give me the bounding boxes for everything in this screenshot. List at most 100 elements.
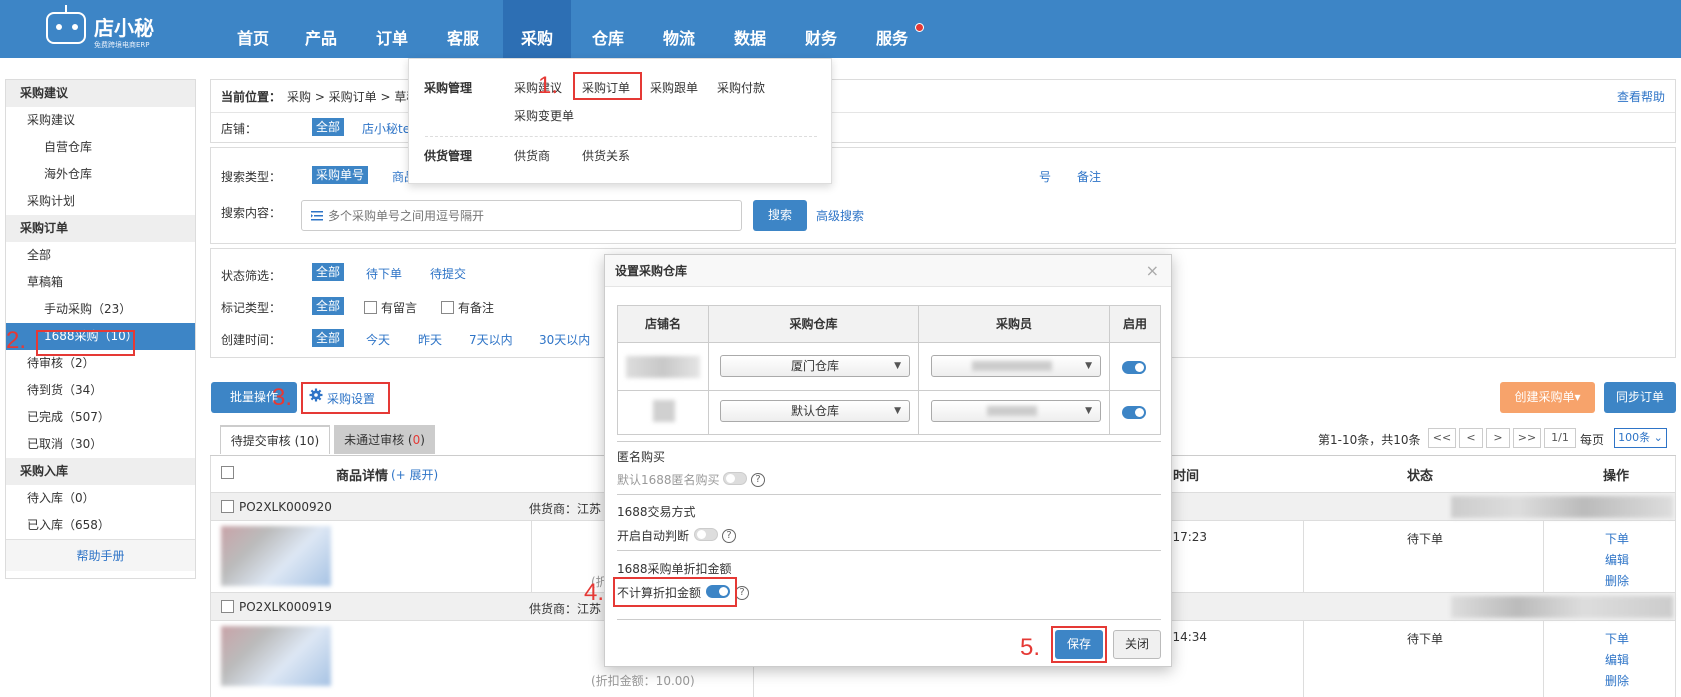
select-all-checkbox[interactable] xyxy=(221,466,238,480)
edit-link[interactable]: 编辑 xyxy=(1605,651,1629,668)
menu-item-change-order[interactable]: 采购变更单 xyxy=(514,107,574,124)
sidebar-item-pending-inbound[interactable]: 待入库（0） xyxy=(6,485,195,512)
mark-remark-checkbox[interactable]: 有备注 xyxy=(441,299,494,316)
nav-products[interactable]: 产品 xyxy=(290,0,352,58)
status-all-tag[interactable]: 全部 xyxy=(312,263,345,281)
search-button[interactable]: 搜索 xyxy=(753,200,807,231)
shop-label: 店铺： xyxy=(221,122,258,136)
annotation-3: 3. xyxy=(272,384,293,411)
th-warehouse: 采购仓库 xyxy=(709,306,918,343)
search-type-remark[interactable]: 备注 xyxy=(1077,168,1101,185)
order-number: PO2XLK000919 xyxy=(239,600,332,614)
nav-customer-service[interactable]: 客服 xyxy=(432,0,494,58)
status-pending-submit[interactable]: 待提交 xyxy=(430,265,466,282)
nav-logistics[interactable]: 物流 xyxy=(648,0,710,58)
mark-all-tag[interactable]: 全部 xyxy=(312,297,345,315)
divider xyxy=(617,441,1161,442)
help-manual-link[interactable]: 帮助手册 xyxy=(6,539,195,571)
notification-dot-icon xyxy=(915,23,924,32)
tab-rejected[interactable]: 未通过审核 (0) xyxy=(334,425,435,454)
sidebar-item-pending-arrival[interactable]: 待到货（34） xyxy=(6,377,195,404)
time-today[interactable]: 今天 xyxy=(366,331,390,348)
nav-service[interactable]: 服务 xyxy=(861,0,923,58)
sidebar-item-manual[interactable]: 手动采购（23） xyxy=(6,296,195,323)
delete-link[interactable]: 删除 xyxy=(1605,572,1629,589)
menu-item-payment[interactable]: 采购付款 xyxy=(717,79,765,96)
pager-last[interactable]: >> xyxy=(1513,428,1541,448)
warehouse-select-1[interactable]: 厦门仓库 ▼ xyxy=(720,355,910,377)
sidebar-item-plan[interactable]: 采购计划 xyxy=(6,188,195,215)
product-image[interactable] xyxy=(221,526,331,586)
place-order-link[interactable]: 下单 xyxy=(1605,630,1629,647)
tab-pending-submit[interactable]: 待提交审核 (10) xyxy=(220,425,330,454)
place-order-link[interactable]: 下单 xyxy=(1605,530,1629,547)
product-image[interactable] xyxy=(221,626,331,686)
divider xyxy=(425,136,817,137)
time-7days[interactable]: 7天以内 xyxy=(469,331,513,348)
help-icon[interactable]: ? xyxy=(751,473,765,487)
shop-name-option[interactable]: 店小秘te xyxy=(362,120,410,137)
sidebar-item-overseas-warehouse[interactable]: 海外仓库 xyxy=(6,161,195,188)
search-type-selected[interactable]: 采购单号 xyxy=(312,166,369,184)
logo[interactable]: 店小秘 免费跨境电商ERP xyxy=(46,5,206,52)
purchase-settings-button[interactable]: 采购设置 xyxy=(327,390,375,407)
th-enable: 启用 xyxy=(1110,306,1160,343)
sidebar-item-suggestion[interactable]: 采购建议 xyxy=(6,107,195,134)
help-icon[interactable]: ? xyxy=(735,586,749,600)
sidebar-item-completed[interactable]: 已完成（507） xyxy=(6,404,195,431)
edit-link[interactable]: 编辑 xyxy=(1605,551,1629,568)
pager-prev[interactable]: < xyxy=(1459,428,1483,448)
nav-finance[interactable]: 财务 xyxy=(790,0,852,58)
anonymous-toggle[interactable] xyxy=(723,472,747,485)
nav-orders[interactable]: 订单 xyxy=(361,0,423,58)
close-icon[interactable]: × xyxy=(1146,255,1159,287)
pager-page: 1/1 xyxy=(1544,428,1576,448)
nav-home[interactable]: 首页 xyxy=(222,0,284,58)
order-number: PO2XLK000920 xyxy=(239,500,332,514)
sidebar-item-inbound[interactable]: 已入库（658） xyxy=(6,512,195,539)
search-type-number[interactable]: 号 xyxy=(1039,168,1051,185)
pager-next[interactable]: > xyxy=(1486,428,1510,448)
nav-data[interactable]: 数据 xyxy=(719,0,781,58)
sidebar-item-drafts[interactable]: 草稿箱 xyxy=(6,269,195,296)
time-all-tag[interactable]: 全部 xyxy=(312,329,345,347)
delete-link[interactable]: 删除 xyxy=(1605,672,1629,689)
sidebar-item-own-warehouse[interactable]: 自营仓库 xyxy=(6,134,195,161)
enable-toggle-2[interactable] xyxy=(1122,406,1146,419)
trade-mode-toggle[interactable] xyxy=(694,528,718,541)
divider xyxy=(708,306,709,434)
expand-link[interactable]: (+ 展开) xyxy=(391,466,438,483)
search-input[interactable] xyxy=(328,207,728,225)
help-icon[interactable]: ? xyxy=(722,529,736,543)
menu-item-tracking[interactable]: 采购跟单 xyxy=(650,79,698,96)
row-checkbox[interactable] xyxy=(221,500,238,514)
buyer-select-2[interactable]: ▼ xyxy=(931,400,1101,422)
gear-icon xyxy=(309,388,323,402)
buyer-select-1[interactable]: ▼ xyxy=(931,355,1101,377)
cancel-button[interactable]: 关闭 xyxy=(1113,630,1161,659)
row-checkbox[interactable] xyxy=(221,600,238,614)
mark-message-checkbox[interactable]: 有留言 xyxy=(364,299,417,316)
shop-all-tag[interactable]: 全部 xyxy=(312,118,345,136)
menu-item-supplier[interactable]: 供货商 xyxy=(514,147,550,164)
create-purchase-order-button[interactable]: 创建采购单▾ xyxy=(1500,382,1595,413)
sync-orders-button[interactable]: 同步订单 xyxy=(1604,382,1676,413)
menu-item-supply-relation[interactable]: 供货关系 xyxy=(582,147,630,164)
per-page-select[interactable]: 100条 ⌄ xyxy=(1614,428,1667,448)
warehouse-select-2[interactable]: 默认仓库 ▼ xyxy=(720,400,910,422)
pager-first[interactable]: << xyxy=(1428,428,1456,448)
nav-warehouse[interactable]: 仓库 xyxy=(577,0,639,58)
advanced-search-link[interactable]: 高级搜索 xyxy=(816,207,864,224)
sidebar-group-orders: 采购订单 xyxy=(6,215,195,242)
warehouse-select-2-value: 默认仓库 xyxy=(790,404,839,418)
search-input-box[interactable] xyxy=(301,200,742,231)
enable-toggle-1[interactable] xyxy=(1122,361,1146,374)
sidebar-item-cancelled[interactable]: 已取消（30） xyxy=(6,431,195,458)
time-yesterday[interactable]: 昨天 xyxy=(418,331,442,348)
help-link[interactable]: 查看帮助 xyxy=(1617,88,1665,105)
status-pending-order[interactable]: 待下单 xyxy=(366,265,402,282)
sidebar-item-all[interactable]: 全部 xyxy=(6,242,195,269)
time-30days[interactable]: 30天以内 xyxy=(539,331,590,348)
col-time: 时间 xyxy=(1173,469,1200,484)
nav-purchase[interactable]: 采购 xyxy=(503,0,571,58)
